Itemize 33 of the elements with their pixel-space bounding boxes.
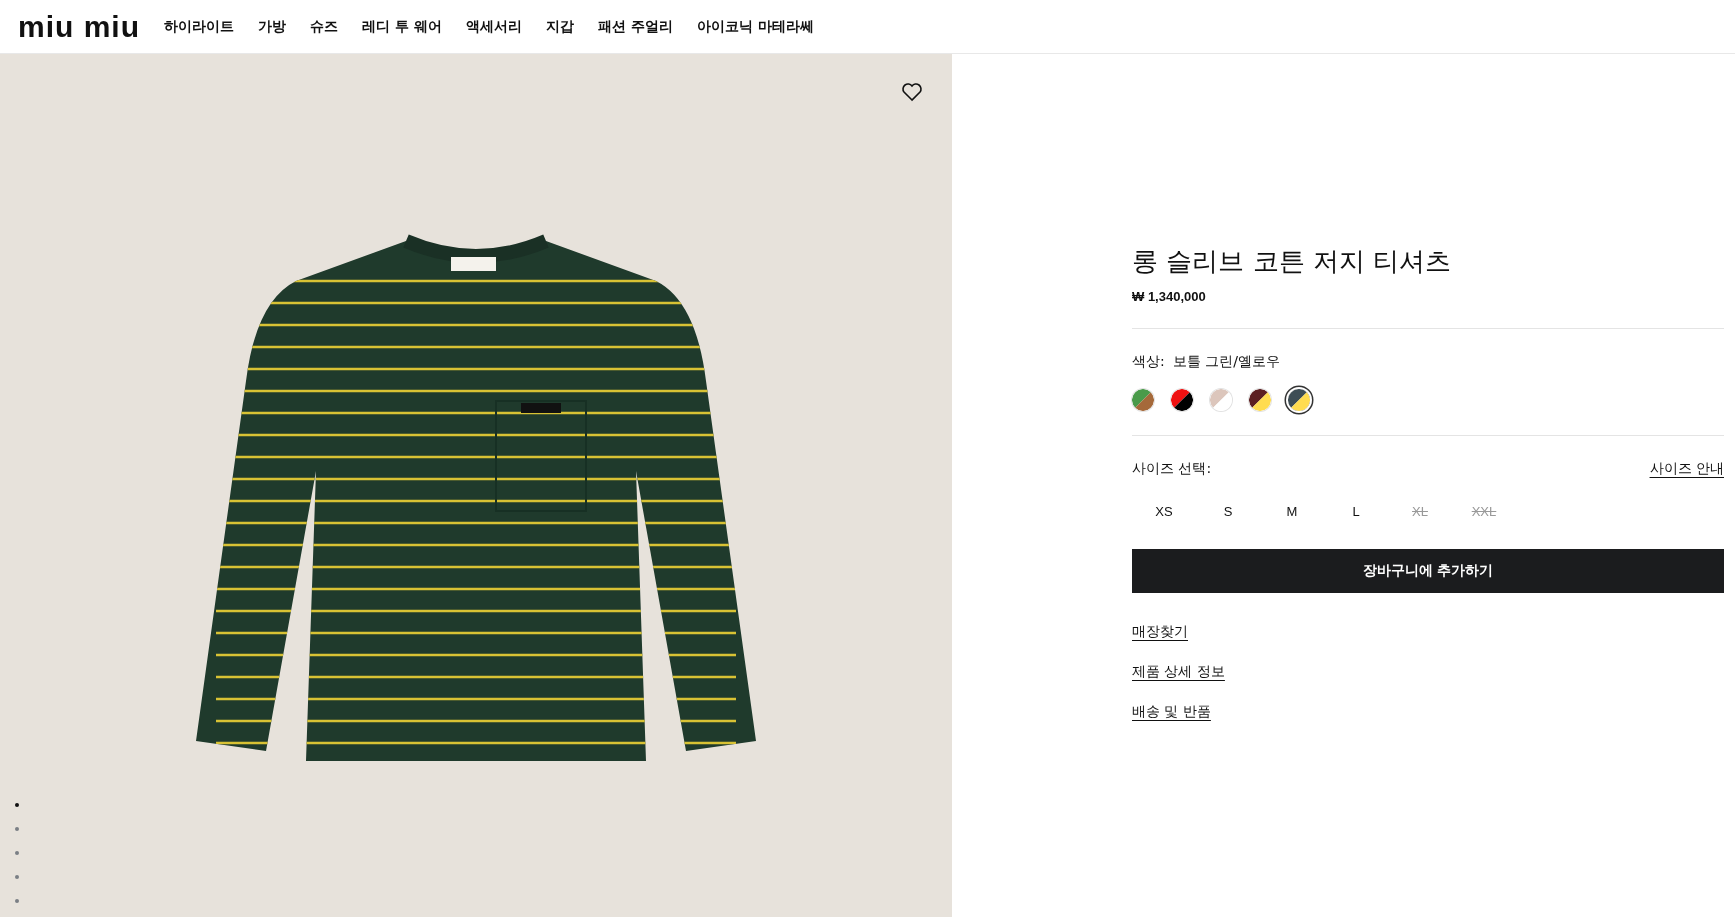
product-title: 롱 슬리브 코튼 저지 티셔츠 — [1132, 245, 1453, 278]
size-option[interactable]: XS — [1132, 498, 1196, 525]
nav-link[interactable]: 가방 — [258, 17, 286, 36]
color-value: 보틀 그린/옐로우 — [1172, 353, 1280, 371]
product-price: ₩ 1,340,000 — [1132, 289, 1207, 304]
color-swatch[interactable] — [1249, 389, 1271, 411]
carousel-dot[interactable] — [15, 875, 19, 879]
size-guide-link[interactable]: 사이즈 안내 — [1649, 460, 1724, 478]
carousel-dot[interactable] — [15, 827, 19, 831]
carousel-dot[interactable] — [15, 899, 19, 903]
info-link[interactable]: 매장찾기 — [1132, 623, 1188, 641]
carousel-dot[interactable] — [15, 851, 19, 855]
nav-link[interactable]: 아이코닉 마테라쎄 — [696, 17, 814, 36]
info-link[interactable]: 제품 상세 정보 — [1132, 663, 1225, 681]
nav-link[interactable]: 레디 투 웨어 — [362, 17, 442, 36]
nav-link[interactable]: 패션 주얼리 — [597, 17, 673, 36]
size-option[interactable]: L — [1324, 498, 1388, 525]
nav-link[interactable]: 하이라이트 — [164, 17, 234, 36]
add-to-cart-button[interactable]: 장바구니에 추가하기 — [1132, 549, 1724, 593]
info-link[interactable]: 배송 및 반품 — [1132, 703, 1211, 721]
nav-link[interactable]: 액세서리 — [465, 17, 522, 36]
color-swatch[interactable] — [1132, 389, 1154, 411]
nav-link[interactable]: 슈즈 — [310, 17, 338, 36]
color-swatch[interactable] — [1210, 389, 1232, 411]
color-label: 색상: — [1132, 353, 1165, 371]
size-label: 사이즈 선택: — [1132, 460, 1212, 478]
size-option[interactable]: M — [1260, 498, 1324, 525]
size-option[interactable]: S — [1196, 498, 1260, 525]
heart-icon[interactable] — [900, 80, 924, 104]
carousel-dot[interactable] — [15, 803, 19, 807]
color-swatch[interactable] — [1171, 389, 1193, 411]
brand-logo[interactable]: miu miu — [18, 11, 140, 42]
nav-link[interactable]: 지갑 — [545, 17, 574, 36]
